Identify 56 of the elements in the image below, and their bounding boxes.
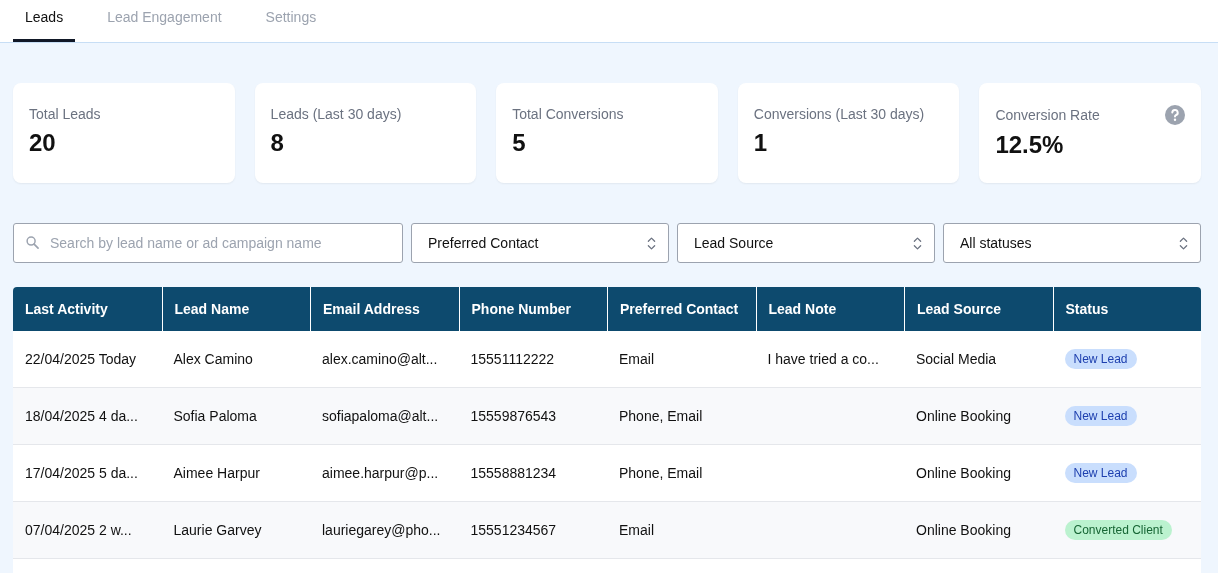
table-cell: I have tried a co... bbox=[767, 351, 879, 367]
table-cell: Laurie Garvey bbox=[173, 522, 262, 538]
stat-label: Total Conversions bbox=[512, 106, 624, 122]
table-cell: Social Media bbox=[916, 351, 997, 367]
stat-value: 8 bbox=[270, 129, 285, 157]
chevron-icon bbox=[647, 235, 656, 251]
table-cell: 07/04/2025 2 w... bbox=[25, 522, 132, 538]
stat-value: 12.5% bbox=[995, 131, 1065, 159]
stat-label: Leads (Last 30 days) bbox=[270, 106, 402, 122]
status-badge: New Lead bbox=[1064, 406, 1137, 426]
table-cell: aimee.harpur@p... bbox=[322, 465, 439, 481]
column-header: Preferred Contact bbox=[607, 287, 756, 331]
search-field[interactable]: Search by lead name or ad campaign name bbox=[13, 223, 403, 263]
column-header: Email Address bbox=[310, 287, 459, 331]
table-cell: Alex Camino bbox=[173, 351, 253, 367]
status-badge: Converted Client bbox=[1064, 520, 1172, 540]
table-cell: Phone, Email bbox=[619, 465, 703, 481]
column-header: Phone Number bbox=[458, 287, 607, 331]
status-badge: New Lead bbox=[1064, 463, 1137, 483]
column-header: Last Activity bbox=[24, 300, 109, 319]
table-cell: Phone, Email bbox=[619, 408, 703, 424]
table-cell: Sofia Paloma bbox=[173, 408, 257, 424]
table-cell: Online Booking bbox=[916, 465, 1011, 481]
table-cell: lauriegarey@pho... bbox=[322, 522, 441, 538]
table-cell: Online Booking bbox=[916, 408, 1011, 424]
table-cell: Email bbox=[619, 522, 654, 538]
table-cell: 18/04/2025 4 da... bbox=[25, 408, 138, 424]
stat-label: Conversion Rate bbox=[995, 107, 1100, 123]
stat-value: 5 bbox=[512, 129, 527, 157]
table-cell: 15558881234 bbox=[470, 465, 557, 481]
status-badge: New Lead bbox=[1064, 349, 1137, 369]
help-icon[interactable] bbox=[1165, 105, 1185, 125]
stat-label: Conversions (Last 30 days) bbox=[753, 106, 925, 122]
chevron-icon bbox=[913, 235, 922, 251]
table-cell: Email bbox=[619, 351, 654, 367]
table-cell: alex.camino@alt... bbox=[322, 351, 438, 367]
filter-dropdown[interactable]: Preferred Contact bbox=[411, 223, 669, 263]
table-cell: sofiapaloma@alt... bbox=[322, 408, 439, 424]
table-cell: Online Booking bbox=[916, 522, 1011, 538]
column-header: Lead Source bbox=[904, 287, 1053, 331]
table-cell: 15551234567 bbox=[470, 522, 557, 538]
stat-label: Total Leads bbox=[29, 106, 101, 122]
table-cell: Aimee Harpur bbox=[173, 465, 260, 481]
filter-dropdown[interactable]: All statuses bbox=[943, 223, 1201, 263]
stat-value: 1 bbox=[753, 129, 769, 157]
table-cell: 15559876543 bbox=[470, 408, 557, 424]
table-cell: 15551112222 bbox=[470, 351, 555, 367]
stat-value: 20 bbox=[29, 129, 57, 157]
column-header: Lead Name bbox=[161, 287, 310, 331]
table-cell: 17/04/2025 5 da... bbox=[25, 465, 138, 481]
filter-dropdown[interactable]: Lead Source bbox=[677, 223, 935, 263]
table-cell: 22/04/2025 Today bbox=[25, 351, 137, 367]
column-header: Lead Note bbox=[755, 287, 904, 331]
column-header: Status bbox=[1052, 287, 1201, 331]
tab[interactable]: Leads bbox=[13, 0, 76, 42]
chevron-icon bbox=[1179, 235, 1188, 251]
